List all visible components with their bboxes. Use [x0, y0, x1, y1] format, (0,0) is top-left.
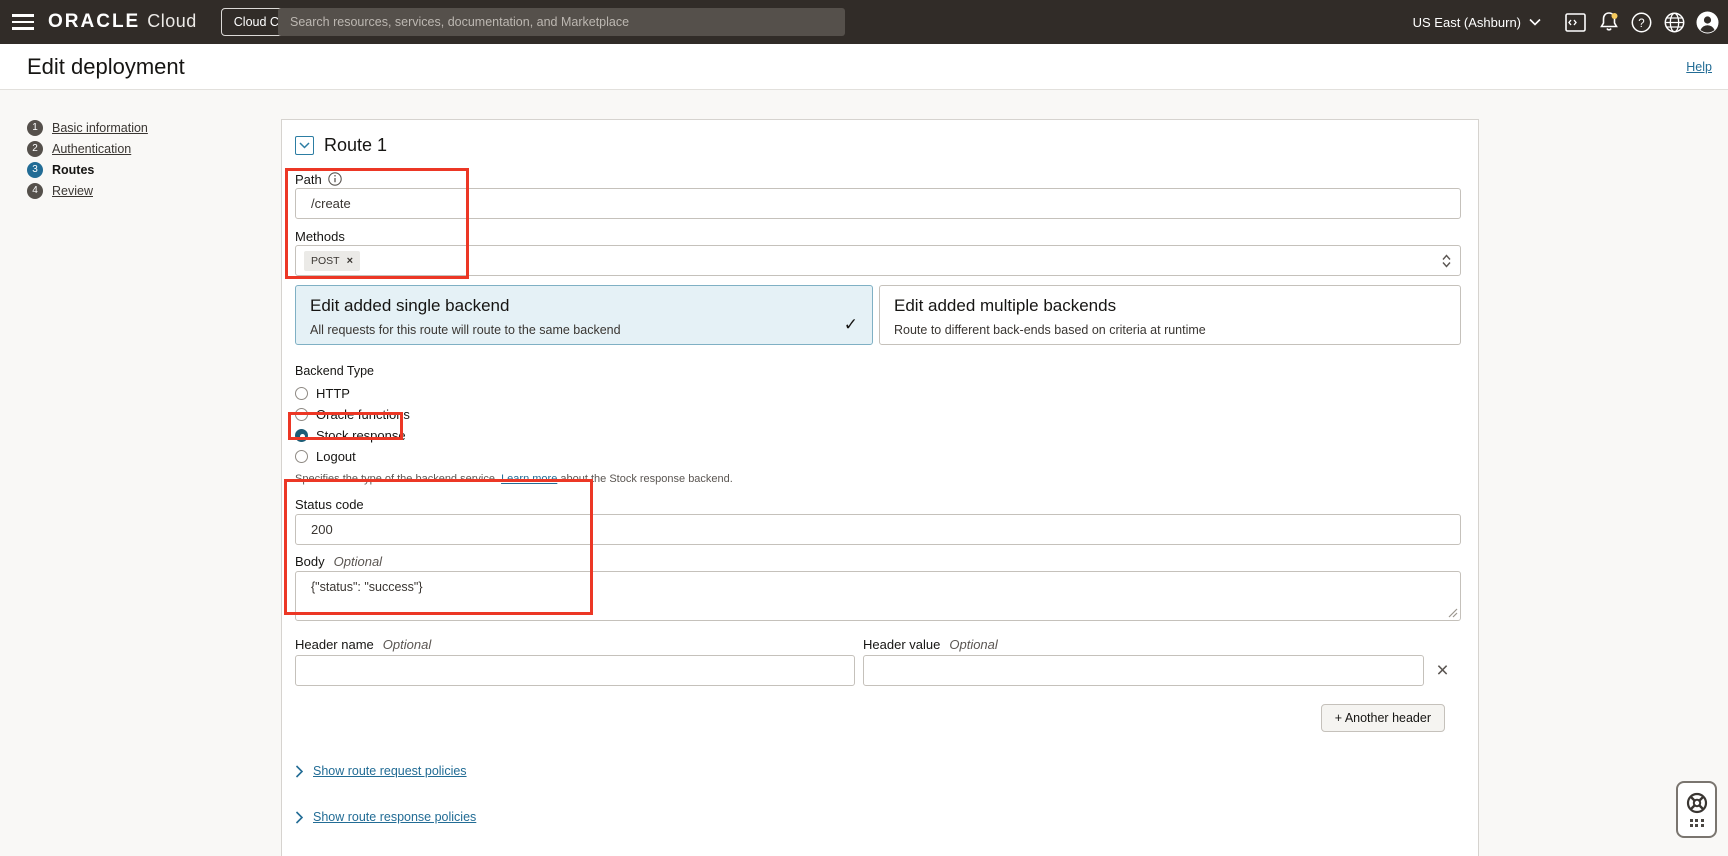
cloud-shell-icon[interactable]: [1559, 0, 1592, 44]
backend-type-label: Backend Type: [295, 363, 1461, 379]
card-multiple-backends[interactable]: Edit added multiple backends Route to di…: [879, 285, 1461, 345]
another-header-button[interactable]: + Another header: [1321, 704, 1445, 732]
region-selector[interactable]: US East (Ashburn): [1413, 15, 1541, 30]
wizard-steps: 1 Basic information 2 Authentication 3 R…: [27, 117, 148, 201]
wizard-step-routes[interactable]: 3 Routes: [27, 159, 148, 180]
body-label: Body Optional: [295, 553, 1461, 569]
header-name-label: Header name Optional: [295, 636, 855, 652]
wizard-step-authentication[interactable]: 2 Authentication: [27, 138, 148, 159]
oracle-cloud-logo[interactable]: ORACLE Cloud: [48, 11, 197, 33]
radio-button[interactable]: [295, 450, 308, 463]
header-name-input[interactable]: [295, 655, 855, 686]
checkmark-icon: ✓: [844, 315, 858, 335]
wizard-step-review[interactable]: 4 Review: [27, 180, 148, 201]
card-title: Edit added multiple backends: [894, 296, 1446, 316]
notification-dot: [1611, 13, 1617, 19]
page-title: Edit deployment: [27, 54, 185, 80]
info-icon[interactable]: [328, 172, 342, 186]
help-icon[interactable]: ?: [1625, 0, 1658, 44]
learn-more-link[interactable]: Learn more: [501, 473, 557, 485]
help-link[interactable]: Help: [1686, 60, 1712, 74]
chevron-right-icon: [295, 811, 303, 824]
card-subtitle: All requests for this route will route t…: [310, 323, 858, 337]
life-ring-icon: [1686, 792, 1708, 814]
step-label[interactable]: Authentication: [52, 142, 131, 156]
hamburger-menu-icon[interactable]: [0, 0, 46, 44]
show-route-request-policies[interactable]: Show route request policies: [295, 764, 1461, 778]
header-value-label: Header value Optional: [863, 636, 1424, 652]
step-number: 3: [27, 162, 43, 178]
topbar: ORACLE Cloud Cloud Classic US East (Ashb…: [0, 0, 1728, 44]
page-header: Edit deployment Help: [0, 44, 1728, 90]
path-input[interactable]: [295, 188, 1461, 219]
step-number: 1: [27, 120, 43, 136]
resize-handle-icon[interactable]: [1448, 608, 1458, 618]
radio-oracle-functions[interactable]: Oracle functions: [295, 404, 1461, 424]
header-value-input[interactable]: [863, 655, 1424, 686]
step-label: Routes: [52, 163, 94, 177]
radio-button[interactable]: [295, 408, 308, 421]
step-number: 2: [27, 141, 43, 157]
chevron-right-icon: [295, 765, 303, 778]
global-search: [278, 8, 845, 36]
route-header: Route 1: [295, 132, 1461, 159]
method-tag-post: POST ×: [304, 251, 360, 271]
step-label[interactable]: Review: [52, 184, 93, 198]
select-stepper-icon[interactable]: [1442, 254, 1451, 267]
card-subtitle: Route to different back-ends based on cr…: [894, 323, 1446, 337]
card-single-backend[interactable]: Edit added single backend All requests f…: [295, 285, 873, 345]
radio-button-selected[interactable]: [295, 429, 308, 442]
methods-label: Methods: [295, 228, 1461, 244]
radio-http[interactable]: HTTP: [295, 383, 1461, 403]
route-panel: Route 1 Path Methods POST × Edit added s…: [281, 119, 1479, 856]
radio-button[interactable]: [295, 387, 308, 400]
remove-header-icon[interactable]: ×: [1424, 655, 1461, 686]
body-textarea-wrap: {"status": "success"}: [295, 571, 1461, 621]
content-area: 1 Basic information 2 Authentication 3 R…: [0, 90, 1728, 856]
card-title: Edit added single backend: [310, 296, 858, 316]
route-title: Route 1: [324, 135, 387, 156]
remove-tag-icon[interactable]: ×: [347, 257, 353, 265]
radio-logout[interactable]: Logout: [295, 446, 1461, 466]
brand-cloud: Cloud: [147, 11, 197, 32]
user-avatar[interactable]: [1691, 0, 1724, 44]
grid-dots-icon: [1690, 819, 1704, 828]
chevron-down-icon: [1529, 18, 1541, 26]
collapse-chevron-icon[interactable]: [295, 136, 314, 155]
svg-text:?: ?: [1638, 18, 1644, 30]
methods-select[interactable]: POST ×: [295, 245, 1461, 276]
wizard-step-basic-information[interactable]: 1 Basic information: [27, 117, 148, 138]
notifications-bell-icon[interactable]: [1592, 0, 1625, 44]
assistance-widget[interactable]: [1676, 781, 1717, 838]
show-route-response-policies[interactable]: Show route response policies: [295, 810, 1461, 824]
status-code-input[interactable]: [295, 514, 1461, 545]
step-label[interactable]: Basic information: [52, 121, 148, 135]
radio-stock-response[interactable]: Stock response: [295, 425, 1461, 445]
step-number: 4: [27, 183, 43, 199]
language-globe-icon[interactable]: [1658, 0, 1691, 44]
path-label: Path: [295, 171, 1461, 187]
backend-helper-text: Specifies the type of the backend servic…: [295, 473, 1461, 485]
header-row: Header name Optional Header value Option…: [295, 636, 1461, 686]
brand-oracle: ORACLE: [48, 11, 140, 33]
search-input[interactable]: [278, 15, 845, 29]
body-textarea[interactable]: {"status": "success"}: [296, 572, 1460, 620]
status-code-label: Status code: [295, 496, 1461, 512]
backend-mode-cards: Edit added single backend All requests f…: [295, 285, 1461, 345]
